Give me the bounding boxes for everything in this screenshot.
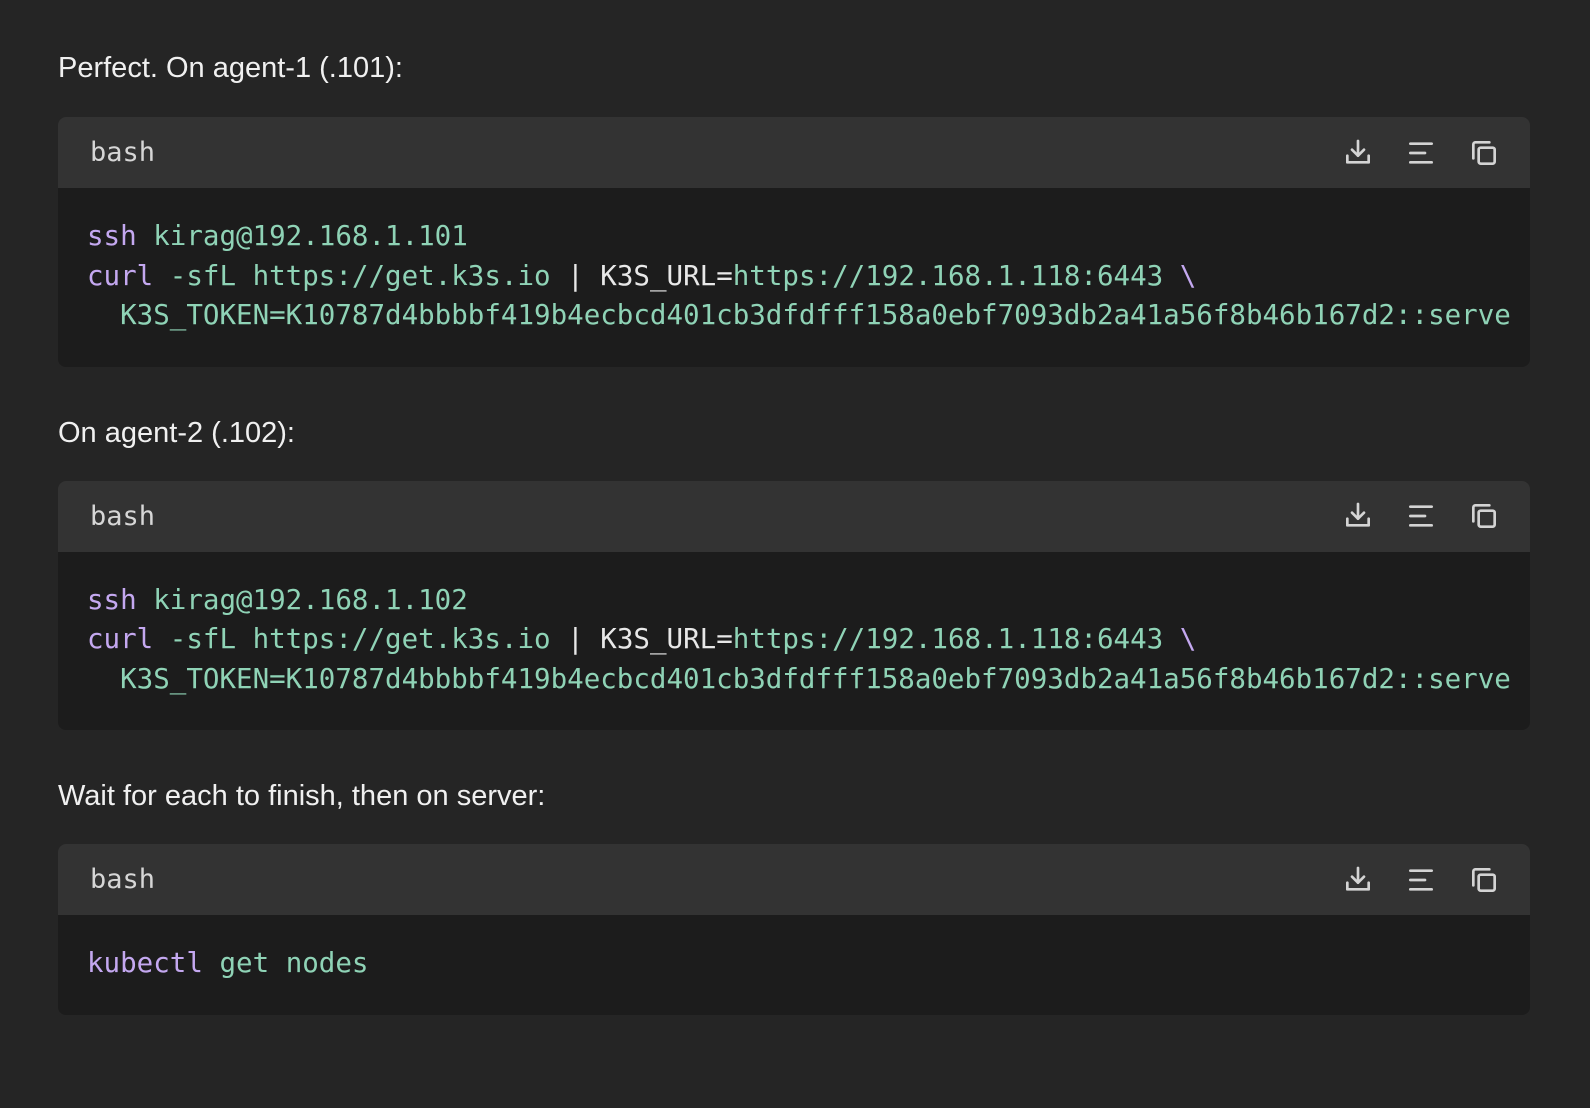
- code-token: =: [716, 623, 733, 655]
- code-body: ssh kirag@192.168.1.101 curl -sfL https:/…: [58, 188, 1530, 367]
- code-line: kubectl get nodes: [87, 944, 1530, 984]
- copy-button[interactable]: [1466, 862, 1502, 898]
- code-block-2: bash ssh kirag@192.168.1.102 curl -sfL h…: [58, 480, 1530, 731]
- code-token: curl: [87, 623, 154, 655]
- code-block-3: bash kubectl get nodes: [58, 844, 1530, 1015]
- message-text-1: Perfect. On agent-1 (.101):: [58, 52, 403, 84]
- wrap-lines-button[interactable]: [1403, 498, 1439, 534]
- code-token: kirag@192.168.1.102: [136, 583, 468, 616]
- code-token: ssh: [87, 220, 137, 252]
- download-icon: [1346, 866, 1370, 891]
- code-token: curl: [87, 259, 154, 292]
- copy-button[interactable]: [1466, 498, 1502, 534]
- copy-icon: [1472, 504, 1496, 528]
- code-line: ssh kirag@192.168.1.101: [87, 217, 1530, 257]
- wrap-lines-button[interactable]: [1403, 135, 1439, 171]
- code-token: K3S_TOKEN=K10787d4bbbbf419b4ecbcd401cb3d…: [87, 299, 1511, 331]
- code-token: \: [1179, 623, 1197, 655]
- code-actions: [1313, 862, 1502, 898]
- code-token: \: [1179, 259, 1197, 292]
- message-text-2: On agent-2 (.102):: [58, 416, 295, 449]
- chat-content: Perfect. On agent-1 (.101): bash ssh kir…: [58, 0, 1530, 1015]
- code-language-label: bash: [90, 137, 156, 168]
- code-block-header: bash: [58, 480, 1530, 552]
- code-block-1: bash ssh kirag@192.168.1.101 curl -sfL h…: [58, 117, 1530, 367]
- copy-button[interactable]: [1466, 135, 1502, 171]
- download-button[interactable]: [1340, 498, 1376, 534]
- code-token: https://192.168.1.118:6443: [732, 259, 1180, 292]
- code-body: ssh kirag@192.168.1.102 curl -sfL https:/…: [58, 552, 1530, 731]
- code-token: ssh: [87, 583, 137, 616]
- download-button[interactable]: [1340, 862, 1376, 898]
- copy-icon: [1472, 867, 1496, 892]
- message-text-3: Wait for each to finish, then on server:: [58, 780, 546, 812]
- code-line: ssh kirag@192.168.1.102: [87, 581, 1530, 621]
- code-language-label: bash: [90, 864, 156, 895]
- code-block-header: bash: [58, 844, 1530, 915]
- code-token: https://192.168.1.118:6443: [732, 623, 1180, 655]
- code-token: -sfL https://get.k3s.io: [153, 259, 568, 292]
- code-token: -sfL https://get.k3s.io: [153, 623, 568, 655]
- code-language-label: bash: [90, 500, 156, 532]
- code-token: get nodes: [202, 947, 369, 979]
- code-block-header: bash: [58, 117, 1530, 188]
- code-line: curl -sfL https://get.k3s.io | K3S_URL=h…: [87, 257, 1530, 297]
- code-token: kubectl: [87, 947, 203, 979]
- code-line: K3S_TOKEN=K10787d4bbbbf419b4ecbcd401cb3d…: [87, 296, 1530, 336]
- copy-icon: [1472, 140, 1496, 165]
- code-token: |: [567, 259, 601, 292]
- code-body: kubectl get nodes: [58, 915, 1530, 1015]
- download-icon: [1346, 139, 1370, 164]
- code-token: K3S_TOKEN=K10787d4bbbbf419b4ecbcd401cb3d…: [87, 662, 1511, 695]
- code-token: =: [716, 259, 733, 292]
- wrap-lines-icon: [1409, 868, 1433, 891]
- wrap-lines-icon: [1409, 141, 1433, 164]
- code-line: K3S_TOKEN=K10787d4bbbbf419b4ecbcd401cb3d…: [87, 660, 1530, 700]
- code-line: curl -sfL https://get.k3s.io | K3S_URL=h…: [87, 620, 1530, 660]
- code-token: K3S_URL: [600, 259, 717, 292]
- code-actions: [1313, 135, 1502, 171]
- download-button[interactable]: [1340, 135, 1376, 171]
- wrap-lines-button[interactable]: [1403, 862, 1439, 898]
- wrap-lines-icon: [1409, 505, 1433, 527]
- code-actions: [1313, 498, 1502, 534]
- code-token: kirag@192.168.1.101: [136, 220, 468, 252]
- code-token: K3S_URL: [600, 623, 717, 655]
- download-icon: [1346, 502, 1370, 527]
- code-token: |: [567, 623, 601, 655]
